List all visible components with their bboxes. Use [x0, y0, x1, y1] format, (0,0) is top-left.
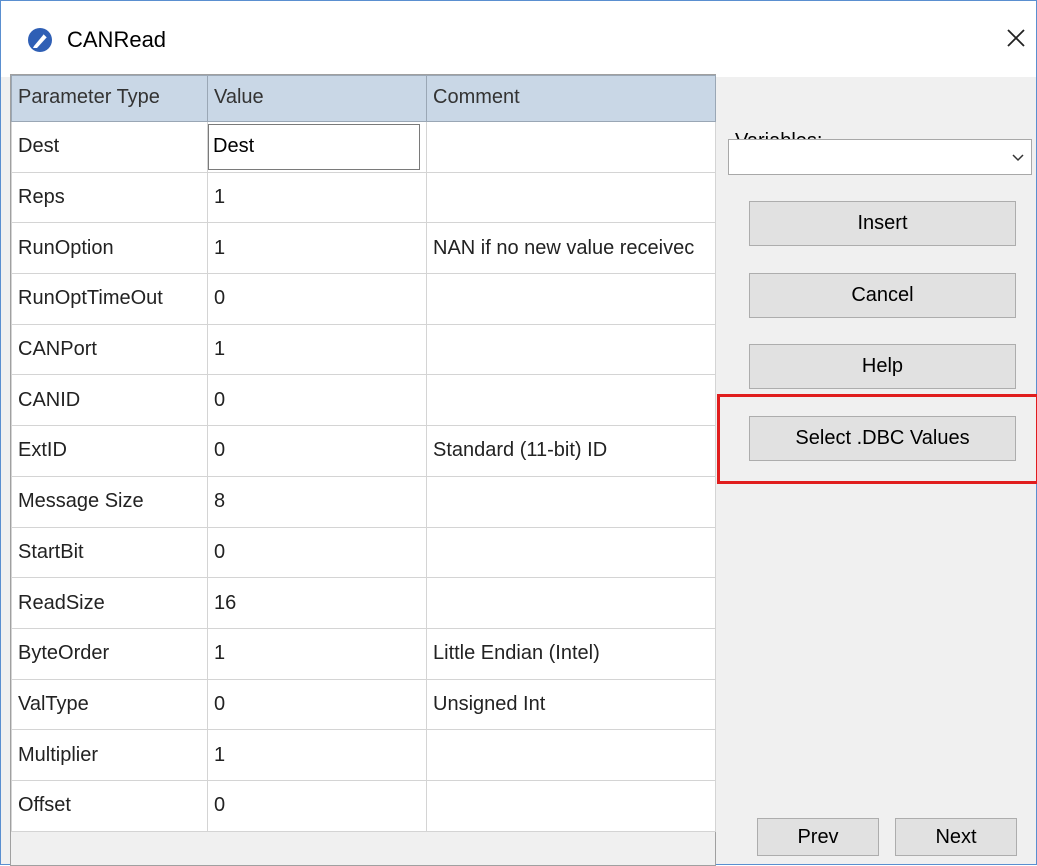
table-row[interactable]: Offset 0	[11, 779, 716, 832]
table-row[interactable]: RunOptTimeOut 0	[11, 273, 716, 325]
table-row[interactable]: CANID 0	[11, 374, 716, 427]
cell-comment[interactable]	[426, 171, 716, 224]
cell-comment[interactable]	[426, 273, 716, 325]
cell-comment[interactable]	[426, 121, 716, 173]
cell-parameter-type[interactable]: ExtID	[11, 425, 208, 477]
cell-value[interactable]: 0	[207, 374, 427, 427]
cell-parameter-type[interactable]: Message Size	[11, 475, 208, 528]
cell-comment[interactable]	[426, 577, 716, 629]
canread-dialog: CANRead Parameter Type Value Comment Des…	[0, 0, 1037, 866]
cell-comment[interactable]	[426, 526, 716, 579]
parameter-table: Parameter Type Value Comment DestReps1Ru…	[11, 75, 716, 832]
cell-comment[interactable]: Little Endian (Intel)	[426, 627, 716, 680]
value-edit-field[interactable]	[208, 123, 420, 170]
cell-parameter-type[interactable]: Multiplier	[11, 729, 208, 781]
cell-value[interactable]: 1	[207, 323, 427, 376]
cell-comment[interactable]: Standard (11-bit) ID	[426, 425, 716, 477]
cell-comment[interactable]	[426, 475, 716, 528]
table-row[interactable]: Multiplier 1	[11, 729, 716, 781]
chevron-down-icon	[1011, 150, 1025, 164]
table-row[interactable]: Message Size 8	[11, 475, 716, 528]
cell-comment[interactable]	[426, 323, 716, 376]
table-row[interactable]: ByteOrder 1 Little Endian (Intel)	[11, 627, 716, 680]
table-row[interactable]: StartBit 0	[11, 526, 716, 579]
column-header-comment[interactable]: Comment	[426, 75, 716, 122]
cell-value[interactable]: 0	[207, 678, 427, 731]
cell-value[interactable]: 16	[207, 577, 427, 629]
help-button[interactable]: Help	[749, 344, 1016, 389]
cell-value[interactable]: 0	[207, 526, 427, 579]
red-highlight-box	[717, 394, 1037, 484]
table-header-row: Parameter Type Value Comment	[11, 75, 716, 122]
cell-parameter-type[interactable]: Dest	[11, 121, 208, 173]
title-bar: CANRead	[1, 1, 1036, 77]
cell-value[interactable]: 1	[207, 729, 427, 781]
prev-button[interactable]: Prev	[757, 818, 879, 856]
cancel-button[interactable]: Cancel	[749, 273, 1016, 318]
cell-value[interactable]: 1	[207, 222, 427, 275]
cell-parameter-type[interactable]: ReadSize	[11, 577, 208, 629]
pencil-ball-icon	[27, 27, 53, 53]
cell-comment[interactable]	[426, 374, 716, 427]
cell-comment[interactable]	[426, 729, 716, 781]
table-row[interactable]: ValType 0 Unsigned Int	[11, 678, 716, 731]
table-row[interactable]: RunOption 1 NAN if no new value receivec	[11, 222, 716, 275]
cell-value[interactable]: 1	[207, 627, 427, 680]
cell-parameter-type[interactable]: RunOptTimeOut	[11, 273, 208, 325]
insert-button[interactable]: Insert	[749, 201, 1016, 246]
variables-dropdown[interactable]	[728, 139, 1032, 175]
cell-parameter-type[interactable]: CANID	[11, 374, 208, 427]
cell-value[interactable]: 8	[207, 475, 427, 528]
cell-value[interactable]: 1	[207, 171, 427, 224]
window-title: CANRead	[67, 27, 167, 52]
table-row[interactable]: Dest	[11, 121, 716, 173]
cell-comment[interactable]: NAN if no new value receivec	[426, 222, 716, 275]
parameter-grid: Parameter Type Value Comment DestReps1Ru…	[10, 74, 716, 866]
table-row[interactable]: CANPort 1	[11, 323, 716, 376]
cell-parameter-type[interactable]: Reps	[11, 171, 208, 224]
column-header-parameter-type[interactable]: Parameter Type	[11, 75, 208, 122]
next-button[interactable]: Next	[895, 818, 1017, 856]
table-row[interactable]: ExtID 0 Standard (11-bit) ID	[11, 425, 716, 477]
cell-parameter-type[interactable]: CANPort	[11, 323, 208, 376]
column-header-value[interactable]: Value	[207, 75, 427, 122]
cell-comment[interactable]: Unsigned Int	[426, 678, 716, 731]
cell-value[interactable]: 0	[207, 779, 427, 832]
cell-parameter-type[interactable]: Offset	[11, 779, 208, 832]
cell-value[interactable]: 0	[207, 273, 427, 325]
cell-comment[interactable]	[426, 779, 716, 832]
cell-value[interactable]: 0	[207, 425, 427, 477]
cell-parameter-type[interactable]: ByteOrder	[11, 627, 208, 680]
cell-parameter-type[interactable]: StartBit	[11, 526, 208, 579]
close-icon[interactable]	[1001, 23, 1031, 53]
table-row[interactable]: ReadSize 16	[11, 577, 716, 629]
cell-value[interactable]	[207, 121, 427, 173]
cell-parameter-type[interactable]: ValType	[11, 678, 208, 731]
cell-parameter-type[interactable]: RunOption	[11, 222, 208, 275]
table-row[interactable]: Reps 1	[11, 171, 716, 224]
